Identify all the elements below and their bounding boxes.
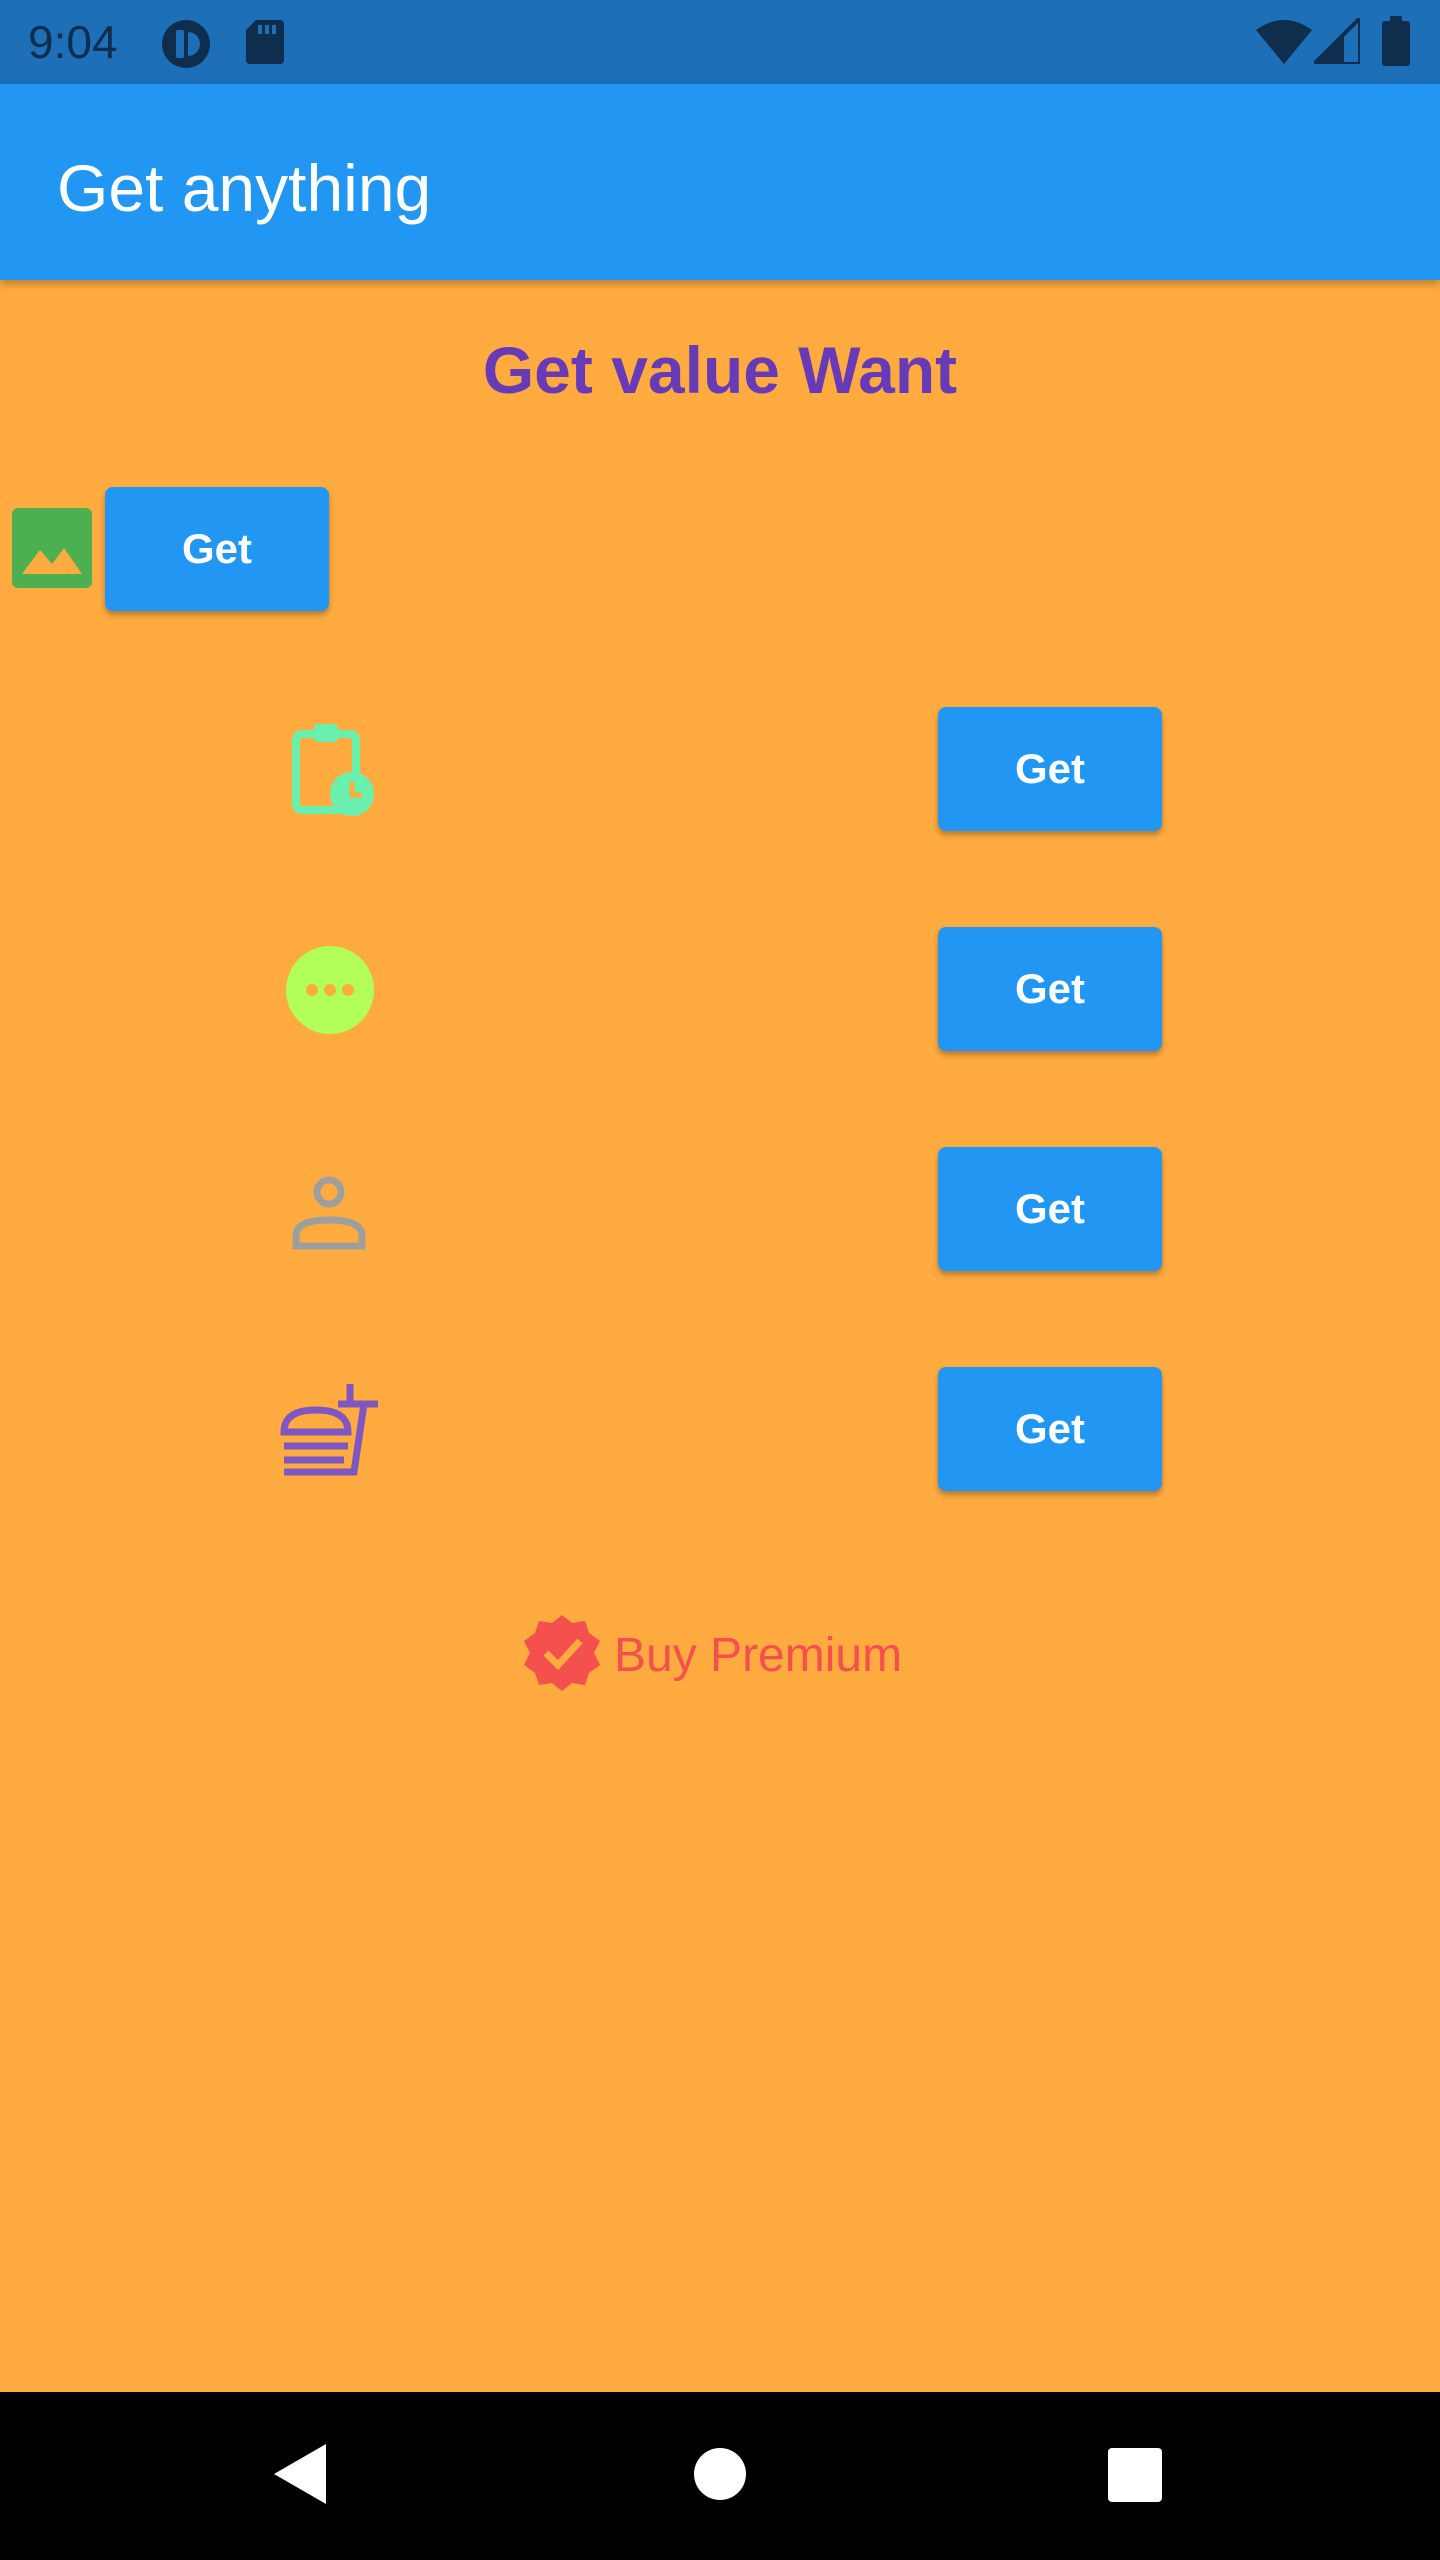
status-bar: 9:04 [0,0,1440,84]
more-horiz-circle-icon [286,946,374,1039]
navigation-bar [0,2392,1440,2560]
get-button-clipboard[interactable]: Get [938,707,1162,831]
fastfood-icon [280,1380,382,1485]
main-content: Get value Want Get Get Get Get Get Buy P… [0,280,1440,2392]
buy-premium-label: Buy Premium [614,1628,903,1682]
recents-icon[interactable] [1108,2448,1162,2507]
get-button-fastfood[interactable]: Get [938,1367,1162,1491]
page-heading: Get value Want [482,333,958,407]
get-button-more[interactable]: Get [938,927,1162,1051]
get-button-person[interactable]: Get [938,1147,1162,1271]
get-button-image[interactable]: Get [105,487,329,611]
app-bar: Get anything [0,84,1440,280]
cell-signal-icon [1309,13,1362,69]
app-title: Get anything [57,151,432,225]
clipboard-clock-icon [290,720,376,821]
sd-card-icon [246,20,284,69]
image-icon [12,508,92,593]
person-outline-icon [290,1176,368,1257]
buy-premium-button[interactable]: Buy Premium [522,1610,902,1700]
status-time: 9:04 [28,16,118,68]
battery-icon [1382,16,1410,71]
back-icon[interactable] [274,2444,326,2509]
home-icon[interactable] [694,2448,746,2505]
verified-badge-icon [522,1613,602,1698]
wifi-icon [1256,20,1312,69]
sync-icon [160,18,212,75]
